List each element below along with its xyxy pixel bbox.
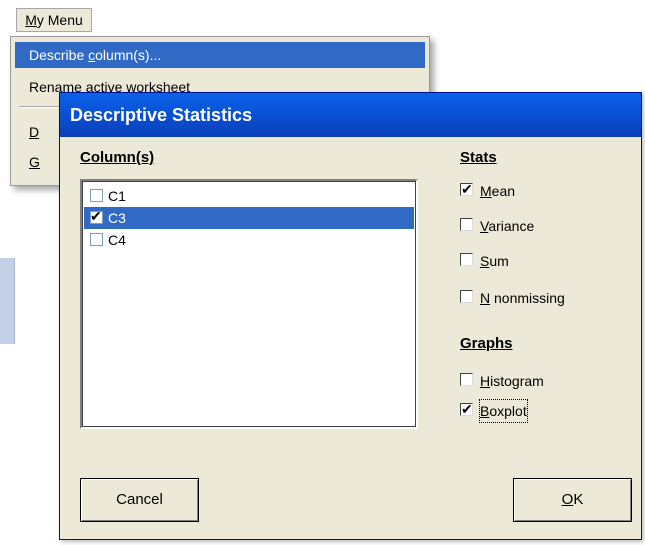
checkbox-box[interactable]	[460, 218, 473, 231]
menubar-my-menu[interactable]: My Menu	[16, 8, 92, 32]
checkbox-box[interactable]	[460, 373, 473, 386]
descriptive-statistics-dialog: Descriptive Statistics Column(s) C1 ✔ C3…	[59, 92, 642, 540]
stats-label: Stats	[460, 149, 497, 166]
list-item-checkbox[interactable]: ✔	[90, 208, 103, 224]
ok-mnemonic: O	[561, 491, 574, 508]
checkbox-label: Mean	[480, 183, 516, 199]
cancel-button[interactable]: Cancel	[80, 478, 199, 522]
checkbox-box[interactable]	[460, 290, 473, 303]
list-item-c1[interactable]: C1	[84, 185, 414, 207]
checkbox-label: Histogram	[480, 373, 544, 389]
menu-item-describe-columns[interactable]: Describe column(s)...	[15, 42, 425, 68]
dialog-title[interactable]: Descriptive Statistics	[60, 93, 641, 137]
checkbox-box[interactable]: ✔	[460, 401, 473, 417]
checkbox-label: Variance	[480, 218, 535, 234]
menu-mnemonic: M	[25, 12, 37, 28]
menu-item-text: olumn(s)...	[95, 47, 162, 63]
graphs-label: Graphs	[460, 335, 513, 352]
checkmark-icon: ✔	[461, 181, 473, 197]
menu-label: y Menu	[36, 12, 83, 28]
list-item-c3[interactable]: ✔ C3	[84, 207, 414, 229]
checkbox-box[interactable]	[460, 253, 473, 266]
checkbox-label: Boxplot	[479, 399, 528, 423]
ok-label: K	[573, 491, 584, 508]
background-panel	[0, 258, 15, 344]
list-item-c4[interactable]: C4	[84, 229, 414, 251]
list-item-checkbox[interactable]	[90, 233, 103, 246]
list-item-label: C4	[108, 232, 126, 248]
columns-listbox[interactable]: C1 ✔ C3 C4	[80, 179, 418, 429]
menu-item-text: Describe	[29, 47, 89, 63]
columns-label: Column(s)	[80, 149, 155, 166]
menu-item-mnemonic: G	[29, 154, 40, 170]
checkmark-icon: ✔	[461, 401, 473, 417]
ok-button[interactable]: OK	[513, 478, 632, 522]
list-item-checkbox[interactable]	[90, 189, 103, 202]
checkbox-label: N nonmissing	[480, 290, 565, 306]
list-item-label: C3	[108, 210, 126, 226]
menu-item-mnemonic: D	[29, 124, 40, 140]
checkmark-icon: ✔	[90, 208, 102, 224]
checkbox-box[interactable]: ✔	[460, 181, 473, 197]
list-item-label: C1	[108, 188, 126, 204]
checkbox-label: Sum	[480, 253, 509, 269]
